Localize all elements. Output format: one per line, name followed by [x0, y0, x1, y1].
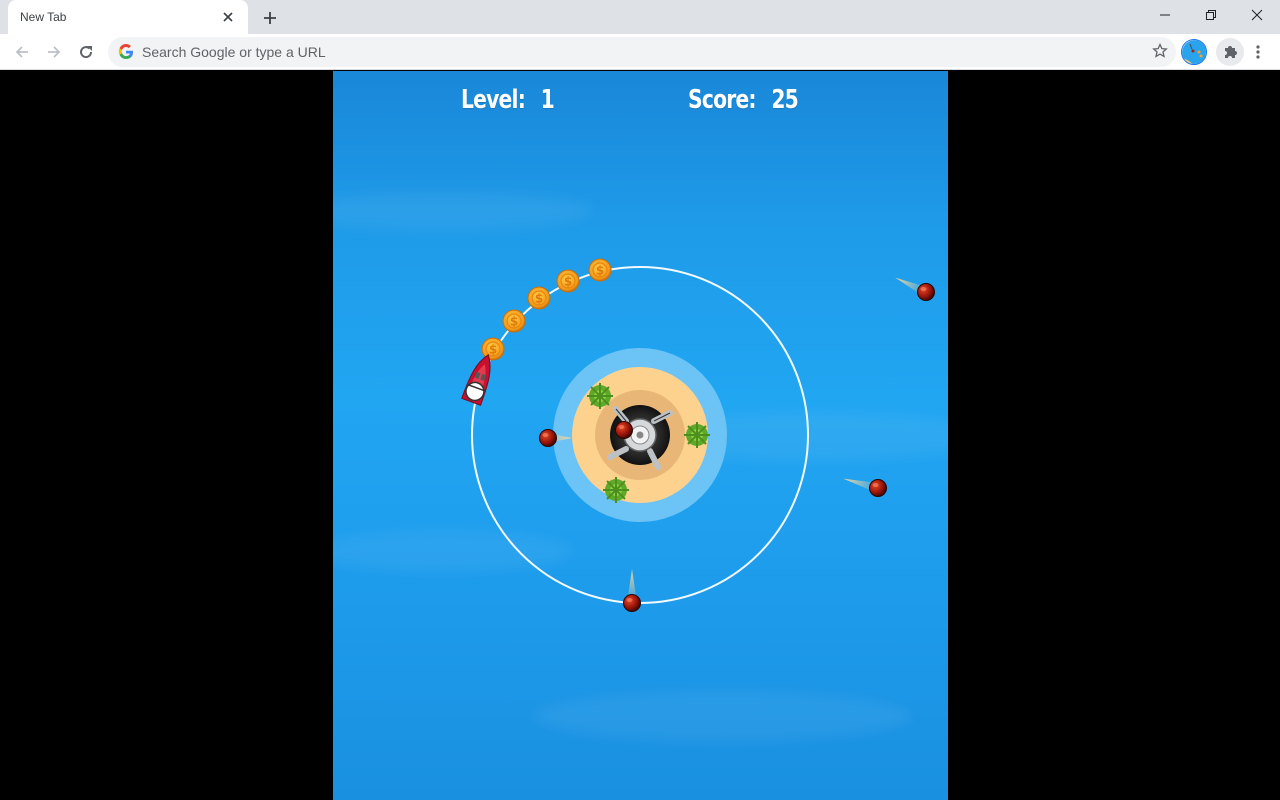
svg-text:$: $ — [510, 315, 518, 329]
coin-icon: $ — [527, 286, 551, 310]
svg-text:$: $ — [535, 292, 543, 306]
coin-trail: $ $ $ $ $ — [481, 258, 612, 361]
svg-text:$: $ — [489, 343, 497, 357]
arrow-right-icon — [48, 46, 61, 58]
kebab-menu-icon — [1256, 45, 1260, 59]
new-tab-button[interactable] — [258, 6, 282, 30]
google-g-icon — [118, 44, 133, 59]
coin-icon: $ — [502, 309, 526, 333]
bomb-enemy — [895, 277, 935, 301]
restore-icon — [1206, 10, 1216, 20]
omnibox-input[interactable] — [142, 44, 1176, 60]
reload-button[interactable] — [72, 38, 100, 66]
minimize-button[interactable] — [1142, 0, 1188, 30]
game-scene: $ $ $ $ $ — [461, 258, 935, 612]
back-button[interactable] — [8, 38, 36, 66]
bomb-enemy — [623, 569, 641, 612]
page-viewport: Level: 1 Score: 25 $ $ $ $ $ — [0, 71, 1280, 800]
tab-close-icon[interactable] — [220, 9, 236, 25]
puzzle-icon — [1225, 46, 1237, 58]
coin-icon: $ — [588, 258, 612, 282]
arrow-left-icon — [15, 46, 28, 58]
chrome-menu-button[interactable] — [1248, 38, 1268, 66]
omnibox[interactable] — [108, 37, 1176, 67]
svg-text:$: $ — [564, 275, 572, 289]
game-canvas[interactable]: Level: 1 Score: 25 $ $ $ $ $ — [333, 71, 948, 800]
close-icon — [1251, 9, 1263, 21]
forward-button[interactable] — [40, 38, 68, 66]
plus-icon — [264, 12, 276, 24]
browser-toolbar — [0, 34, 1280, 70]
svg-text:$: $ — [596, 264, 604, 278]
extensions-button[interactable] — [1216, 38, 1244, 66]
browser-titlebar: New Tab — [0, 0, 1280, 34]
restore-button[interactable] — [1188, 0, 1234, 30]
bookmark-star-icon[interactable] — [1152, 42, 1168, 64]
reload-icon — [80, 46, 93, 59]
profile-avatar[interactable] — [1181, 39, 1207, 65]
tab-title: New Tab — [20, 10, 67, 24]
minimize-icon — [1160, 14, 1170, 16]
tab-new-tab[interactable]: New Tab — [8, 0, 248, 34]
bomb-enemy — [843, 478, 887, 497]
coin-icon: $ — [556, 269, 580, 293]
bomb-enemy — [615, 421, 633, 439]
close-window-button[interactable] — [1234, 0, 1280, 30]
avatar-image-icon — [1182, 40, 1206, 64]
